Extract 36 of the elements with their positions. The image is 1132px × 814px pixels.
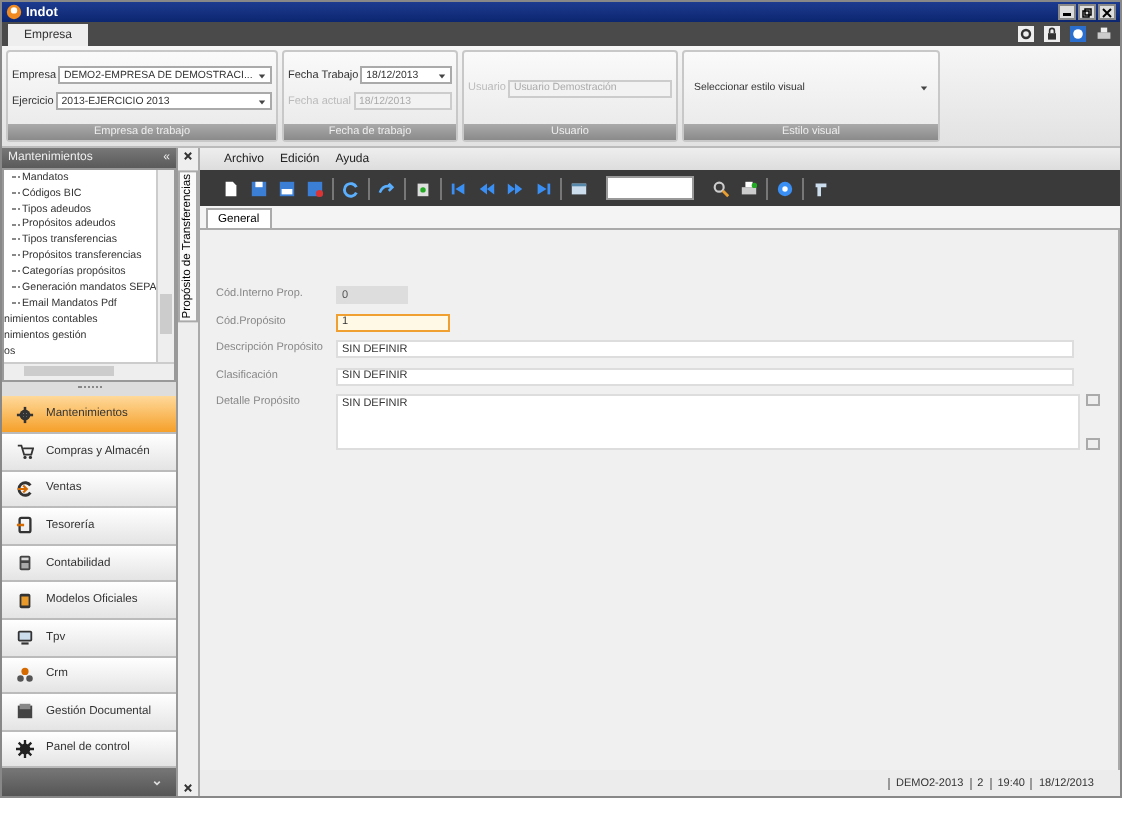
settings-icon[interactable] (1014, 23, 1036, 45)
help-icon[interactable] (1066, 23, 1088, 45)
printer-icon[interactable] (738, 177, 760, 199)
close-icon (180, 148, 196, 164)
floppy-disk-icon[interactable] (276, 177, 298, 199)
scrollbar[interactable] (4, 361, 174, 380)
floppy-disk-icon[interactable] (248, 177, 270, 199)
redo-arrow-icon[interactable] (376, 177, 398, 199)
scrollbar[interactable] (156, 169, 174, 362)
lock-icon[interactable] (1040, 23, 1062, 45)
calculator-icon (16, 554, 34, 573)
search-field[interactable] (606, 176, 694, 200)
cart-icon (16, 442, 34, 461)
caret-icon (920, 84, 928, 92)
close-icon (180, 780, 196, 796)
printer-icon[interactable] (1092, 23, 1114, 45)
chevron-down-icon (150, 775, 164, 790)
restore-icon (1082, 7, 1092, 17)
help-icon[interactable] (774, 177, 796, 199)
circular-arrow-icon (16, 479, 34, 498)
monitor-icon (16, 628, 34, 647)
restore-button[interactable] (1078, 4, 1096, 20)
caret-icon (438, 71, 446, 79)
people-icon (16, 665, 34, 684)
refresh-icon[interactable] (340, 177, 362, 199)
new-document-icon[interactable] (220, 177, 242, 199)
close-icon (1102, 7, 1112, 17)
minimize-button[interactable] (1058, 4, 1076, 20)
caret-icon (258, 71, 266, 79)
clipboard-icon (16, 591, 34, 610)
document-icon (16, 516, 34, 535)
minimize-icon (1062, 7, 1072, 17)
close-button[interactable] (1098, 4, 1116, 20)
app-logo-icon (6, 4, 22, 20)
search-icon[interactable] (710, 177, 732, 199)
caret-icon (258, 97, 266, 105)
